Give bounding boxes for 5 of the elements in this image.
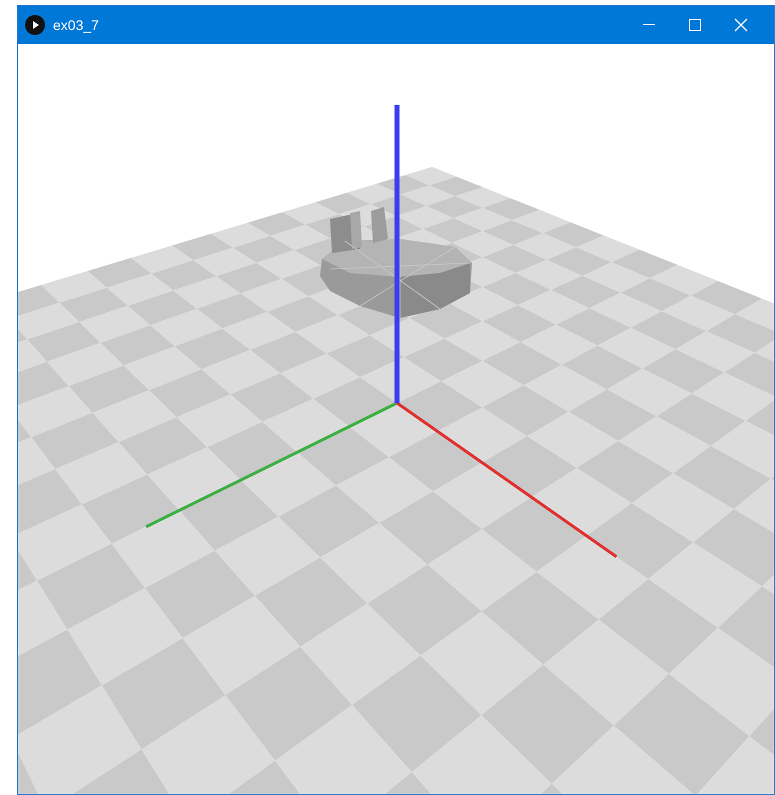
play-icon bbox=[25, 15, 45, 35]
close-icon bbox=[734, 18, 748, 32]
maximize-icon bbox=[689, 19, 701, 31]
minimize-icon bbox=[643, 24, 655, 26]
window-title: ex03_7 bbox=[53, 16, 99, 35]
